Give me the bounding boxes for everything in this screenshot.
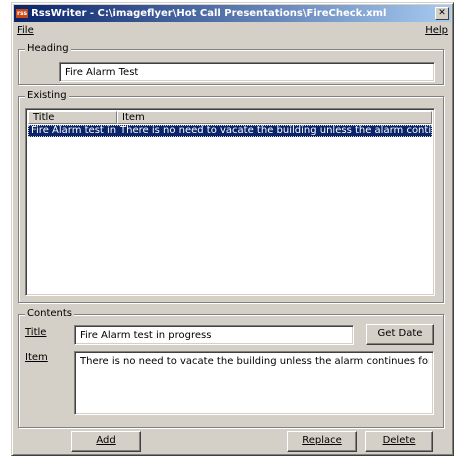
replace-button[interactable]: Replace bbox=[287, 431, 357, 452]
contents-title-value: Fire Alarm test in progress bbox=[80, 330, 212, 341]
contents-item-textarea[interactable]: There is no need to vacate the building … bbox=[74, 351, 434, 415]
column-header-item[interactable]: Item bbox=[117, 111, 432, 124]
delete-button[interactable]: Delete bbox=[365, 431, 433, 452]
heading-input-value: Fire Alarm Test bbox=[65, 67, 139, 78]
heading-input[interactable]: Fire Alarm Test bbox=[59, 62, 435, 82]
get-date-label: Get Date bbox=[377, 328, 423, 339]
contents-item-value: There is no need to vacate the building … bbox=[80, 356, 429, 367]
rss-icon: rss bbox=[16, 9, 29, 18]
heading-group-label: Heading bbox=[25, 43, 71, 55]
existing-list[interactable]: Title Item Fire Alarm test in... There i… bbox=[25, 108, 435, 296]
add-label: Add bbox=[96, 435, 116, 446]
list-row[interactable]: Fire Alarm test in... There is no need t… bbox=[28, 125, 432, 137]
row-item-cell: There is no need to vacate the building … bbox=[120, 125, 432, 136]
existing-group-label: Existing bbox=[25, 90, 69, 102]
window-title: RssWriter - C:\imageflyer\Hot Call Prese… bbox=[31, 8, 387, 19]
contents-item-label: Item bbox=[25, 352, 48, 363]
title-bar[interactable]: rss RssWriter - C:\imageflyer\Hot Call Pr… bbox=[14, 5, 451, 22]
existing-group: Existing Title Item Fire Alarm test in..… bbox=[18, 90, 444, 303]
row-title-cell: Fire Alarm test in... bbox=[31, 125, 117, 136]
delete-label: Delete bbox=[382, 435, 416, 446]
get-date-button[interactable]: Get Date bbox=[366, 324, 434, 345]
add-button[interactable]: Add bbox=[71, 431, 141, 452]
list-header: Title Item bbox=[28, 111, 432, 124]
contents-title-label: Title bbox=[25, 327, 47, 338]
menu-help[interactable]: Help bbox=[425, 23, 448, 39]
contents-group: Contents Title Fire Alarm test in progre… bbox=[18, 308, 444, 428]
heading-group: Heading Fire Alarm Test bbox=[18, 43, 444, 85]
close-button[interactable]: ✕ bbox=[435, 7, 449, 20]
column-header-title[interactable]: Title bbox=[28, 111, 117, 124]
menu-bar: File Help bbox=[14, 23, 451, 39]
contents-group-label: Contents bbox=[25, 308, 74, 320]
menu-file[interactable]: File bbox=[17, 23, 34, 39]
replace-label: Replace bbox=[302, 435, 342, 446]
contents-title-input[interactable]: Fire Alarm test in progress bbox=[74, 325, 354, 345]
rsswriter-window: rss RssWriter - C:\imageflyer\Hot Call Pr… bbox=[11, 2, 454, 456]
